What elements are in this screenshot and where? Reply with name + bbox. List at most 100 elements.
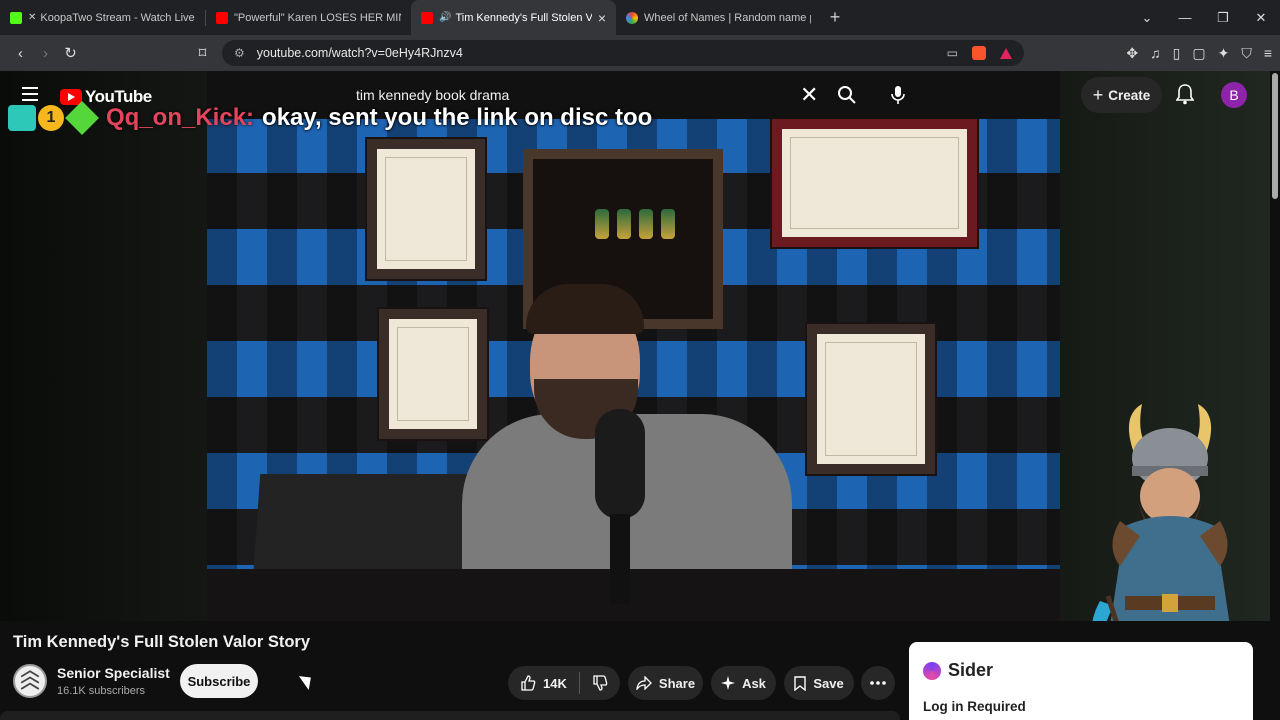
sidebar-icon[interactable]: ▯ bbox=[1173, 45, 1181, 62]
like-dislike-group: 14K bbox=[508, 666, 620, 700]
tab-wheel-of-names[interactable]: Wheel of Names | Random name pick bbox=[616, 0, 821, 35]
scrollbar-thumb[interactable] bbox=[1272, 73, 1278, 199]
mouse-cursor-icon bbox=[298, 670, 317, 691]
browser-tab-strip: ✕ KoopaTwo Stream - Watch Live on Kick "… bbox=[0, 0, 1280, 35]
video-letterbox-left bbox=[0, 71, 207, 621]
tab-title: "Powerful" Karen LOSES HER MIND W bbox=[234, 11, 401, 24]
muted-icon[interactable]: ✕ bbox=[28, 12, 36, 23]
create-label: Create bbox=[1108, 87, 1151, 103]
desk bbox=[207, 569, 1060, 621]
youtube-favicon-icon bbox=[216, 11, 228, 24]
tab-title: Tim Kennedy's Full Stolen Valo bbox=[455, 11, 592, 24]
url-text: youtube.com/watch?v=0eHy4RJnzv4 bbox=[256, 46, 463, 60]
vpn-icon[interactable]: ⛉ bbox=[1241, 45, 1252, 62]
thumbs-down-icon bbox=[593, 675, 608, 691]
chat-badge-diamond-icon bbox=[65, 101, 99, 135]
clear-search-icon[interactable]: ✕ bbox=[800, 84, 818, 106]
video-player[interactable]: YouTube tim kennedy book drama ✕ + Creat… bbox=[0, 71, 1270, 621]
bell-icon bbox=[1175, 84, 1195, 105]
video-frame bbox=[207, 119, 1060, 621]
sider-logo: Sider bbox=[923, 660, 993, 681]
more-actions-button[interactable] bbox=[861, 666, 895, 700]
menu-icon[interactable]: ≡ bbox=[1264, 45, 1272, 61]
sider-login-text[interactable]: Log in Required bbox=[923, 699, 1026, 714]
plus-icon: + bbox=[1092, 84, 1104, 105]
tab-title: Wheel of Names | Random name pick bbox=[644, 11, 811, 24]
brave-shields-icon[interactable] bbox=[972, 46, 986, 60]
sider-brain-icon bbox=[923, 661, 941, 680]
chat-username: Qq_on_Kick: bbox=[106, 104, 255, 131]
bookmark-icon[interactable]: ⌑ bbox=[190, 44, 215, 62]
share-button[interactable]: Share bbox=[628, 666, 703, 700]
kick-favicon-icon bbox=[10, 11, 22, 24]
tab-karen-video[interactable]: "Powerful" Karen LOSES HER MIND W bbox=[206, 0, 411, 35]
page-scrollbar[interactable] bbox=[1270, 71, 1280, 720]
tab-tim-kennedy-video[interactable]: 🔊 Tim Kennedy's Full Stolen Valo × bbox=[411, 0, 616, 35]
channel-name[interactable]: Senior Specialist bbox=[57, 665, 170, 681]
save-button[interactable]: Save bbox=[784, 666, 854, 700]
window-close-icon[interactable]: ✕ bbox=[1242, 10, 1280, 26]
chat-message: okay, sent you the link on disc too bbox=[262, 104, 653, 131]
like-count: 14K bbox=[543, 675, 567, 691]
new-tab-icon[interactable]: + bbox=[821, 7, 849, 28]
address-bar[interactable]: ⚙ youtube.com/watch?v=0eHy4RJnzv4 ▭ bbox=[222, 40, 1024, 66]
extension-toolbar: ✥ ♫ ▯ ▢ ✦ ⛉ ≡ bbox=[1126, 35, 1272, 71]
sparkle-icon bbox=[721, 676, 736, 690]
media-icon[interactable]: ♫ bbox=[1150, 45, 1161, 61]
site-info-icon[interactable]: ⚙ bbox=[234, 46, 245, 60]
forward-icon[interactable]: › bbox=[33, 45, 58, 62]
subscriber-count: 16.1K subscribers bbox=[57, 685, 146, 697]
window-controls: ⌄ — ❐ ✕ bbox=[1128, 0, 1280, 35]
brave-rewards-icon[interactable] bbox=[1000, 47, 1012, 59]
thumbs-up-icon bbox=[521, 675, 536, 691]
chat-badge-icon bbox=[8, 105, 36, 131]
tab-title: KoopaTwo Stream - Watch Live on Kick bbox=[40, 11, 195, 24]
youtube-favicon-icon bbox=[421, 11, 433, 24]
diploma-frame bbox=[367, 139, 485, 279]
address-bar-actions: ▭ bbox=[947, 40, 1012, 66]
reload-icon[interactable]: ↻ bbox=[58, 44, 83, 62]
sider-panel[interactable]: Sider Log in Required bbox=[909, 642, 1253, 720]
share-icon bbox=[636, 676, 652, 690]
channel-avatar[interactable] bbox=[13, 664, 47, 698]
chat-overlay-message: 1 Qq_on_Kick: okay, sent you the link on… bbox=[8, 101, 653, 135]
back-icon[interactable]: ‹ bbox=[8, 45, 33, 62]
voice-search-button[interactable] bbox=[880, 77, 916, 113]
extensions-icon[interactable]: ✥ bbox=[1126, 45, 1138, 62]
tab-kick-stream[interactable]: ✕ KoopaTwo Stream - Watch Live on Kick bbox=[0, 0, 205, 35]
chat-badge-number: 1 bbox=[38, 105, 64, 131]
share-label: Share bbox=[658, 675, 696, 691]
ask-label: Ask bbox=[742, 675, 766, 691]
cast-icon[interactable]: ▭ bbox=[947, 46, 958, 60]
microphone-stand bbox=[610, 514, 630, 604]
restore-icon[interactable]: ❐ bbox=[1204, 10, 1242, 26]
leo-icon[interactable]: ✦ bbox=[1218, 45, 1230, 62]
speaker-icon[interactable]: 🔊 bbox=[439, 12, 451, 23]
sider-name: Sider bbox=[948, 660, 994, 680]
ask-button[interactable]: Ask bbox=[711, 666, 776, 700]
more-horizontal-icon bbox=[870, 681, 886, 685]
like-button[interactable]: 14K bbox=[520, 675, 567, 691]
diploma-frame bbox=[772, 119, 977, 247]
account-avatar[interactable]: B bbox=[1221, 82, 1247, 108]
viking-mascot-overlay bbox=[1092, 404, 1230, 621]
search-button[interactable] bbox=[828, 77, 866, 113]
notifications-button[interactable] bbox=[1175, 83, 1195, 110]
create-button[interactable]: + Create bbox=[1081, 77, 1162, 113]
search-icon bbox=[838, 86, 856, 104]
chat-badges: 1 bbox=[8, 101, 99, 135]
minimize-icon[interactable]: — bbox=[1166, 10, 1204, 25]
wallet-icon[interactable]: ▢ bbox=[1192, 45, 1205, 62]
video-title: Tim Kennedy's Full Stolen Valor Story bbox=[13, 633, 311, 651]
description-box-top[interactable] bbox=[0, 711, 900, 720]
bookmark-icon bbox=[794, 675, 807, 691]
microphone bbox=[595, 409, 645, 519]
dislike-button[interactable] bbox=[592, 675, 608, 691]
browser-toolbar: ‹ › ↻ ⌑ ⚙ youtube.com/watch?v=0eHy4RJnzv… bbox=[0, 35, 1280, 71]
wheel-favicon-icon bbox=[626, 11, 638, 24]
microphone-icon bbox=[891, 86, 905, 104]
tab-close-icon[interactable]: × bbox=[598, 10, 606, 26]
subscribe-button[interactable]: Subscribe bbox=[180, 664, 258, 698]
youtube-page: YouTube tim kennedy book drama ✕ + Creat… bbox=[0, 71, 1280, 720]
tab-list-chevron-icon[interactable]: ⌄ bbox=[1128, 10, 1166, 26]
